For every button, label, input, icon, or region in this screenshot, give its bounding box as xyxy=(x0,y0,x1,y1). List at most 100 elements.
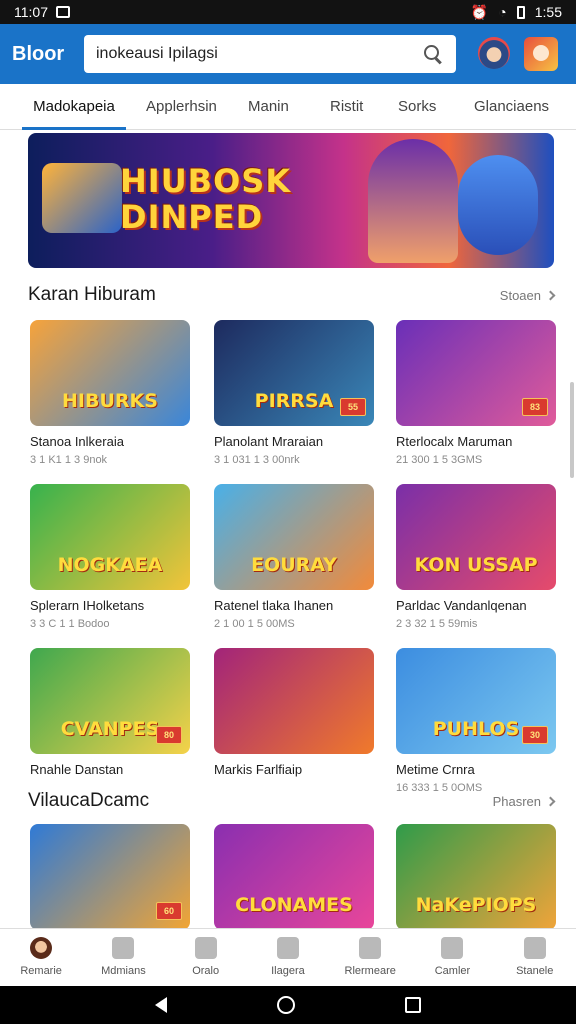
search-box[interactable] xyxy=(84,35,456,73)
category-tabs: Madokapeia Applerhsin Manin Ristit Sorks… xyxy=(0,84,576,130)
game-title: Rnahle Danstan xyxy=(30,762,124,777)
rating-badge: 80 xyxy=(156,726,182,744)
app-logo[interactable]: Bloor xyxy=(12,43,82,66)
thumbnail-title-art: CLONAMES xyxy=(235,894,353,916)
system-navigation-bar xyxy=(0,986,576,1024)
game-thumbnail[interactable]: PIRRSA 55 xyxy=(214,320,374,426)
game-title: Parldac Vandanlqenan xyxy=(396,598,527,613)
nav-item-camler[interactable]: Camler xyxy=(411,929,493,986)
game-title: Metime Crnra xyxy=(396,762,475,777)
tab-applerhsin[interactable]: Applerhsin xyxy=(146,84,217,130)
game-thumbnail[interactable] xyxy=(214,648,374,754)
game-meta: 3 1 K1 1 3 9nok xyxy=(30,454,108,466)
chevron-right-icon xyxy=(545,290,556,300)
nav-item-ilagera[interactable]: Ilagera xyxy=(247,929,329,986)
rating-badge: 83 xyxy=(522,398,548,416)
game-thumbnail[interactable]: HIBURKS xyxy=(30,320,190,426)
banner-title: HIUBOSK DINPED xyxy=(120,163,291,235)
game-card[interactable]: 83 Rterlocalx Maruman 21 300 1 5 3GMS xyxy=(396,320,556,466)
game-meta: 3 1 031 1 3 00nrk xyxy=(214,454,300,466)
game-meta: 21 300 1 5 3GMS xyxy=(396,454,483,466)
game-meta: 2 3 32 1 5 59mis xyxy=(396,618,478,630)
game-card[interactable]: NOGKAEA Splerarn IHolketans 3 3 C 1 1 Bodo… xyxy=(30,484,190,630)
game-card[interactable]: KON USSAP Parldac Vandanlqenan 2 3 32 1 5 … xyxy=(396,484,556,630)
game-card[interactable]: HIBURKS Stanoa Inlkeraia 3 1 K1 1 3 9nok xyxy=(30,320,190,466)
nav-label: Remarie xyxy=(20,965,62,977)
nav-label: Camler xyxy=(434,965,471,977)
see-more-link[interactable]: Phasren xyxy=(492,793,556,809)
game-card[interactable]: CVANPES 80 Rnahle Danstan xyxy=(30,648,190,777)
nav-item-remarie[interactable]: Remarie xyxy=(0,929,82,986)
nav-item-rlermeare[interactable]: Rlermeare xyxy=(329,929,411,986)
thumbnail-title-art: EOURAY xyxy=(251,554,337,576)
game-thumbnail[interactable]: NOGKAEA xyxy=(30,484,190,590)
game-title: Rterlocalx Maruman xyxy=(396,434,513,449)
chevron-right-icon xyxy=(545,796,556,806)
mascot-icon[interactable] xyxy=(478,37,510,69)
game-title: Ratenel tlaka Ihanen xyxy=(214,598,334,613)
rating-badge: 55 xyxy=(340,398,366,416)
game-card[interactable]: Markis Farlfiaip xyxy=(214,648,374,777)
recent-apps-icon[interactable] xyxy=(405,997,421,1013)
nav-label: Oralo xyxy=(192,965,220,977)
status-time: 11:07 xyxy=(14,4,48,20)
profile-avatar-icon[interactable] xyxy=(524,37,558,71)
game-card[interactable]: NaKePIOPS xyxy=(396,824,556,930)
back-icon[interactable] xyxy=(155,997,167,1013)
status-bar: 11:07 ⏰ ◔ 1:55 xyxy=(0,0,576,24)
game-meta: 3 3 C 1 1 Bodoo xyxy=(30,618,110,630)
nav-item-oralo[interactable]: Oralo xyxy=(165,929,247,986)
game-card[interactable]: 60 xyxy=(30,824,190,930)
game-title: Markis Farlfiaip xyxy=(214,762,303,777)
banner-character-art xyxy=(368,139,458,263)
featured-banner[interactable]: HIUBOSK DINPED xyxy=(28,133,554,268)
tab-sorks[interactable]: Sorks xyxy=(398,84,436,130)
tab-manin[interactable]: Manin xyxy=(248,84,289,130)
game-meta: 2 1 00 1 5 00MS xyxy=(214,618,295,630)
thumbnail-title-art: NOGKAEA xyxy=(57,554,163,576)
game-thumbnail[interactable]: PUHLOS 30 xyxy=(396,648,556,754)
banner-machine-art xyxy=(42,163,122,233)
game-thumbnail[interactable]: EOURAY xyxy=(214,484,374,590)
chat-icon xyxy=(112,937,135,959)
calendar-icon xyxy=(441,937,464,959)
section-title: VilaucaDcamc xyxy=(28,790,150,811)
tab-madokapeia[interactable]: Madokapeia xyxy=(22,84,126,130)
game-thumbnail[interactable]: 83 xyxy=(396,320,556,426)
game-card[interactable]: PIRRSA 55 Planolant Mraraian 3 1 031 1 3 00… xyxy=(214,320,374,466)
tab-glanciaens[interactable]: Glanciaens xyxy=(474,84,549,130)
game-title: Splerarn IHolketans xyxy=(30,598,145,613)
game-thumbnail[interactable]: KON USSAP xyxy=(396,484,556,590)
search-input[interactable] xyxy=(96,45,396,63)
nav-item-stanele[interactable]: Stanele xyxy=(494,929,576,986)
banner-title-line1: HIUBOSK xyxy=(120,162,292,200)
game-card[interactable]: CLONAMES xyxy=(214,824,374,930)
game-thumbnail[interactable]: NaKePIOPS xyxy=(396,824,556,930)
section-title: Karan Hiburam xyxy=(28,284,156,305)
tab-ristit[interactable]: Ristit xyxy=(330,84,363,130)
avatar-icon xyxy=(30,937,53,959)
rating-badge: 30 xyxy=(522,726,548,744)
alarm-icon: ⏰ xyxy=(470,3,489,20)
game-thumbnail[interactable]: CLONAMES xyxy=(214,824,374,930)
wifi-icon: ◔ xyxy=(498,4,507,20)
game-thumbnail[interactable]: 60 xyxy=(30,824,190,930)
rating-badge: 60 xyxy=(156,902,182,920)
search-icon[interactable] xyxy=(422,43,444,65)
section-header-1: Karan Hiburam Stoaen xyxy=(28,284,556,306)
game-card[interactable]: EOURAY Ratenel tlaka Ihanen 2 1 00 1 5 00M… xyxy=(214,484,374,630)
banner-mascot-art xyxy=(458,155,538,255)
nav-label: Mdmians xyxy=(101,965,146,977)
see-more-label: Stoaen xyxy=(499,287,541,303)
see-more-link[interactable]: Stoaen xyxy=(499,287,556,303)
game-thumbnail[interactable]: CVANPES 80 xyxy=(30,648,190,754)
thumbnail-title-art: HIBURKS xyxy=(62,390,158,412)
game-card[interactable]: PUHLOS 30 Metime Crnra 16 333 1 5 0OMS xyxy=(396,648,556,794)
home-icon[interactable] xyxy=(277,996,295,1014)
banner-title-line2: DINPED xyxy=(120,198,264,236)
nav-item-mdmians[interactable]: Mdmians xyxy=(82,929,164,986)
game-title: Stanoa Inlkeraia xyxy=(30,434,124,449)
location-icon xyxy=(194,937,217,959)
scrollbar[interactable] xyxy=(570,382,574,478)
see-more-label: Phasren xyxy=(492,793,541,809)
